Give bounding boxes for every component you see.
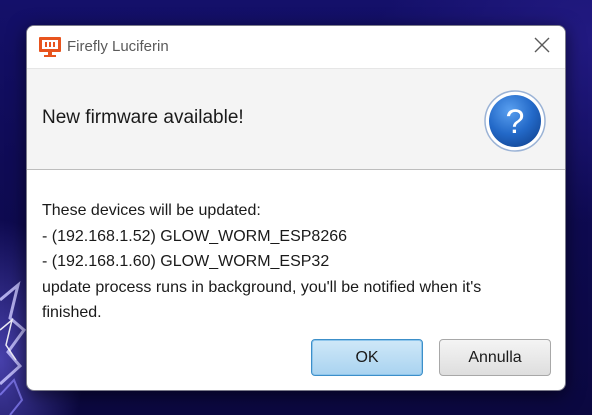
cancel-button[interactable]: Annulla	[439, 339, 551, 376]
svg-text:?: ?	[506, 103, 525, 141]
message-line: finished.	[42, 304, 102, 321]
dialog-header: New firmware available! ?	[27, 68, 565, 170]
ok-button[interactable]: OK	[311, 339, 423, 376]
message-line: These devices will be updated:	[42, 202, 261, 219]
message-line: - (192.168.1.52) GLOW_WORM_ESP8266	[42, 227, 348, 245]
close-icon	[534, 37, 550, 58]
luciferin-monitor-icon	[39, 37, 61, 57]
message-line: update process runs in background, you'l…	[42, 278, 482, 296]
header-text: New firmware available!	[42, 107, 244, 128]
title-bar[interactable]: Firefly Luciferin	[27, 26, 565, 68]
window-title: Firefly Luciferin	[67, 38, 169, 55]
message-line: - (192.168.1.60) GLOW_WORM_ESP32	[42, 253, 330, 270]
dialog-message: These devices will be updated: - (192.16…	[42, 198, 557, 326]
close-button[interactable]	[519, 26, 565, 68]
firmware-update-dialog: Firefly Luciferin New firmware available…	[26, 25, 566, 391]
question-icon: ?	[483, 89, 547, 153]
